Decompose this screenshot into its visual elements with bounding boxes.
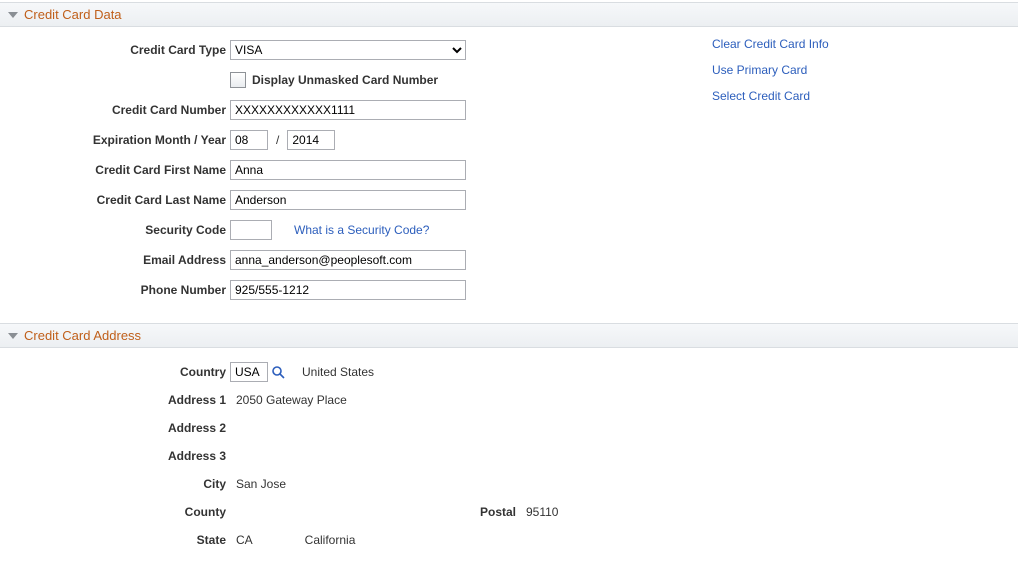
label-display-unmasked: Display Unmasked Card Number bbox=[252, 73, 438, 87]
value-city: San Jose bbox=[230, 477, 286, 491]
label-city: City bbox=[10, 477, 230, 491]
email-input[interactable] bbox=[230, 250, 466, 270]
label-addr1: Address 1 bbox=[10, 393, 230, 407]
display-unmasked-checkbox[interactable] bbox=[230, 72, 246, 88]
section-body-ccaddr: Country United States Address 1 2050 Gat… bbox=[0, 348, 1018, 568]
select-cc-link[interactable]: Select Credit Card bbox=[712, 89, 829, 103]
label-state: State bbox=[10, 533, 230, 547]
section-header-ccdata[interactable]: Credit Card Data bbox=[0, 2, 1018, 27]
exp-separator: / bbox=[268, 133, 287, 147]
firstname-input[interactable] bbox=[230, 160, 466, 180]
label-addr2: Address 2 bbox=[10, 421, 230, 435]
label-addr3: Address 3 bbox=[10, 449, 230, 463]
phone-input[interactable] bbox=[230, 280, 466, 300]
cctype-select[interactable]: VISA bbox=[230, 40, 466, 60]
seccode-input[interactable] bbox=[230, 220, 272, 240]
section-body-ccdata: Clear Credit Card Info Use Primary Card … bbox=[0, 27, 1018, 321]
clear-cc-link[interactable]: Clear Credit Card Info bbox=[712, 37, 829, 51]
label-seccode: Security Code bbox=[10, 223, 230, 237]
country-input[interactable] bbox=[230, 362, 268, 382]
label-ccnumber: Credit Card Number bbox=[10, 103, 230, 117]
country-lookup-icon[interactable] bbox=[270, 364, 286, 380]
collapse-icon bbox=[8, 12, 18, 18]
label-postal: Postal bbox=[236, 505, 520, 519]
label-exp: Expiration Month / Year bbox=[10, 133, 230, 147]
label-cctype: Credit Card Type bbox=[10, 43, 230, 57]
use-primary-link[interactable]: Use Primary Card bbox=[712, 63, 829, 77]
exp-month-input[interactable] bbox=[230, 130, 268, 150]
value-state-name: California bbox=[253, 533, 356, 547]
section-title-ccaddr: Credit Card Address bbox=[24, 328, 141, 343]
label-county: County bbox=[10, 505, 230, 519]
cc-side-links: Clear Credit Card Info Use Primary Card … bbox=[712, 37, 829, 103]
label-lastname: Credit Card Last Name bbox=[10, 193, 230, 207]
value-addr1: 2050 Gateway Place bbox=[230, 393, 347, 407]
label-phone: Phone Number bbox=[10, 283, 230, 297]
label-firstname: Credit Card First Name bbox=[10, 163, 230, 177]
value-state-code: CA bbox=[230, 533, 253, 547]
collapse-icon bbox=[8, 333, 18, 339]
label-country: Country bbox=[10, 365, 230, 379]
value-postal: 95110 bbox=[520, 505, 558, 519]
lastname-input[interactable] bbox=[230, 190, 466, 210]
ccnumber-input[interactable] bbox=[230, 100, 466, 120]
label-email: Email Address bbox=[10, 253, 230, 267]
seccode-help-link[interactable]: What is a Security Code? bbox=[294, 223, 429, 237]
country-name: United States bbox=[286, 365, 374, 379]
section-header-ccaddr[interactable]: Credit Card Address bbox=[0, 323, 1018, 348]
exp-year-input[interactable] bbox=[287, 130, 335, 150]
section-title-ccdata: Credit Card Data bbox=[24, 7, 122, 22]
